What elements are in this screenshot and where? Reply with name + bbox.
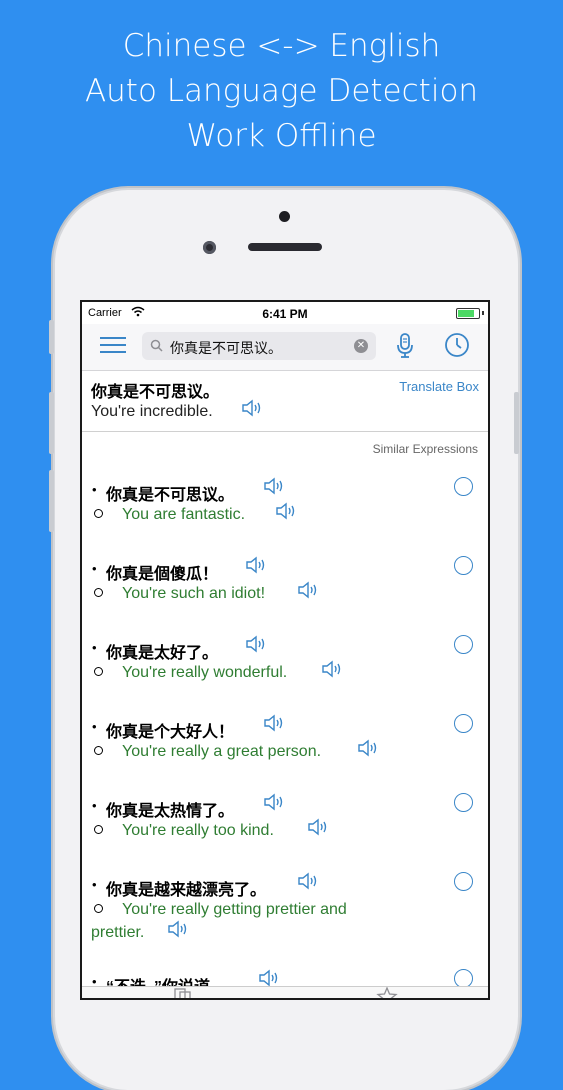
bullet: • bbox=[92, 719, 97, 734]
sub-bullet bbox=[94, 746, 103, 755]
translate-tab-icon[interactable] bbox=[174, 988, 192, 1000]
speaker-icon[interactable] bbox=[262, 477, 286, 495]
item-english: You're really getting prettier and bbox=[122, 901, 347, 918]
sub-bullet bbox=[94, 509, 103, 518]
tab-bar bbox=[82, 986, 488, 1000]
bullet: • bbox=[92, 798, 97, 813]
speaker-icon[interactable] bbox=[244, 556, 268, 574]
speaker-icon[interactable] bbox=[166, 920, 190, 938]
speaker-icon[interactable] bbox=[262, 714, 286, 732]
star-icon[interactable] bbox=[376, 987, 398, 1000]
bullet: • bbox=[92, 561, 97, 576]
bullet: • bbox=[92, 640, 97, 655]
item-english: You're really a great person. bbox=[122, 743, 322, 760]
battery-icon bbox=[456, 308, 480, 319]
bullet: • bbox=[92, 877, 97, 892]
similar-expressions-label: Similar Expressions bbox=[372, 442, 478, 456]
sub-bullet bbox=[94, 825, 103, 834]
select-radio[interactable] bbox=[454, 793, 473, 812]
phone-volume-up bbox=[49, 392, 54, 454]
sub-bullet bbox=[94, 667, 103, 676]
speaker-icon[interactable] bbox=[356, 739, 380, 757]
select-radio[interactable] bbox=[454, 635, 473, 654]
sub-bullet bbox=[94, 588, 103, 597]
item-chinese: 你真是个大好人！ bbox=[106, 724, 235, 741]
select-radio[interactable] bbox=[454, 714, 473, 733]
phone-volume-down bbox=[49, 470, 54, 532]
speaker-icon[interactable] bbox=[274, 502, 298, 520]
status-time: 6:41 PM bbox=[262, 307, 308, 321]
search-input-value[interactable]: 你真是不可思议。 bbox=[170, 338, 282, 358]
speaker-icon[interactable] bbox=[240, 399, 264, 417]
speaker-icon[interactable] bbox=[257, 969, 281, 987]
search-toolbar: 你真是不可思议。 ✕ bbox=[82, 324, 488, 371]
select-radio[interactable] bbox=[454, 477, 473, 496]
proximity-sensor bbox=[279, 211, 290, 222]
item-english: You're really wonderful. bbox=[122, 664, 288, 681]
clear-search-icon[interactable]: ✕ bbox=[354, 339, 368, 353]
item-chinese: 你真是太好了。 bbox=[106, 645, 219, 662]
status-bar: Carrier 6:41 PM bbox=[82, 302, 488, 324]
item-english-continued: prettier. bbox=[91, 924, 145, 941]
result-chinese: 你真是不可思议。 bbox=[91, 384, 220, 401]
item-chinese: 你真是不可思议。 bbox=[106, 487, 235, 504]
promo-headline: Chinese <-> English Auto Language Detect… bbox=[0, 24, 563, 159]
headline-line-2: Auto Language Detection bbox=[84, 73, 479, 109]
speaker-icon[interactable] bbox=[306, 818, 330, 836]
bullet: • bbox=[92, 482, 97, 497]
item-chinese: 你真是太热情了。 bbox=[106, 803, 235, 820]
speaker-icon[interactable] bbox=[296, 581, 320, 599]
phone-side-button bbox=[49, 320, 54, 354]
phone-power-button bbox=[514, 392, 519, 454]
clock-icon[interactable] bbox=[444, 332, 470, 358]
speaker-icon[interactable] bbox=[244, 635, 268, 653]
item-chinese: 你真是越来越漂亮了。 bbox=[106, 882, 267, 899]
select-radio[interactable] bbox=[454, 556, 473, 575]
headline-line-3: Work Offline bbox=[186, 118, 377, 154]
headline-line-1: Chinese <-> English bbox=[122, 28, 441, 64]
speaker-icon[interactable] bbox=[262, 793, 286, 811]
front-camera bbox=[203, 241, 216, 254]
search-input[interactable]: 你真是不可思议。 ✕ bbox=[142, 332, 376, 360]
item-english: You are fantastic. bbox=[122, 506, 246, 523]
select-radio[interactable] bbox=[454, 872, 473, 891]
microphone-icon[interactable] bbox=[394, 332, 416, 360]
menu-icon[interactable] bbox=[100, 335, 126, 355]
app-screen: Carrier 6:41 PM 你真是不可思议。 ✕ 你真是不可思议。 Tran… bbox=[80, 300, 490, 1000]
translate-box-link[interactable]: Translate Box bbox=[399, 379, 479, 394]
search-icon bbox=[150, 339, 163, 352]
speaker-icon[interactable] bbox=[320, 660, 344, 678]
battery-fill bbox=[458, 310, 475, 317]
speaker-icon[interactable] bbox=[296, 872, 320, 890]
translation-result: 你真是不可思议。 Translate Box You're incredible… bbox=[82, 371, 488, 432]
sub-bullet bbox=[94, 904, 103, 913]
item-english: You're really too kind. bbox=[122, 822, 274, 839]
result-english: You're incredible. bbox=[91, 403, 213, 420]
battery-tip bbox=[482, 311, 484, 315]
item-english: You're such an idiot! bbox=[122, 585, 266, 602]
item-chinese: 你真是個傻瓜！ bbox=[106, 566, 219, 583]
earpiece-speaker bbox=[248, 243, 322, 251]
